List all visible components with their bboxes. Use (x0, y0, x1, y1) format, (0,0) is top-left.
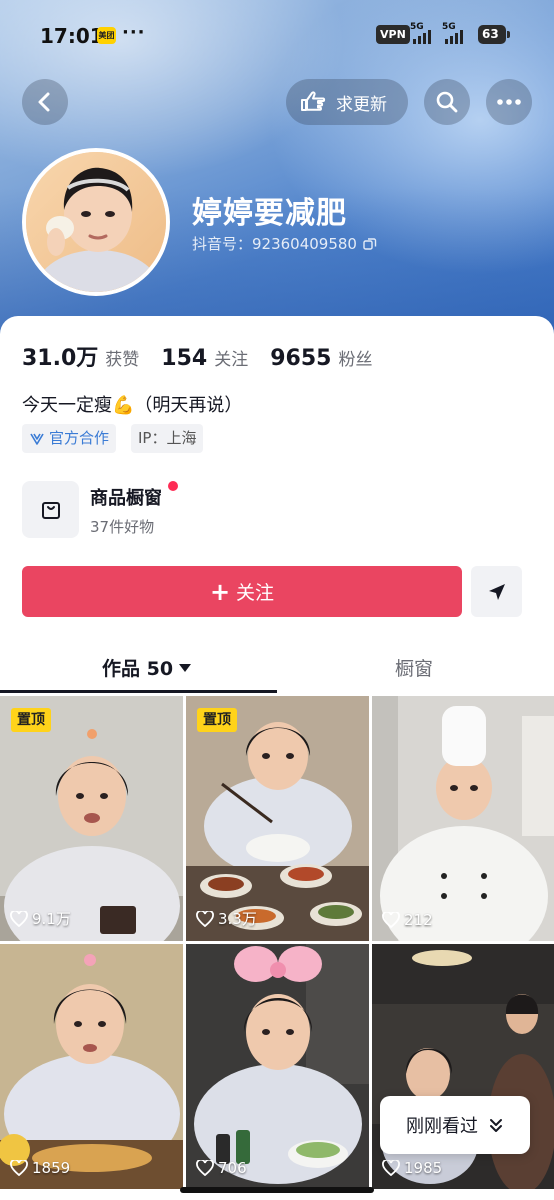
official-partner-icon (30, 433, 44, 445)
status-time: 17:01 (40, 24, 104, 48)
official-partner-label: 官方合作 (49, 429, 110, 447)
more-button[interactable] (486, 79, 532, 125)
tab-works[interactable]: 作品 50 (102, 654, 192, 681)
follow-label: 关注 (236, 582, 275, 604)
video-thumbnail[interactable]: 706 (186, 944, 369, 1189)
video-thumbnail[interactable]: 212 (372, 696, 554, 941)
pinned-badge: 置顶 (197, 708, 237, 732)
avatar-image (26, 152, 166, 292)
tab-shop-window[interactable]: 橱窗 (395, 654, 433, 681)
status-bar: 17:01 美团 ··· VPN 5G 5G 63 (0, 0, 554, 68)
copy-icon[interactable] (363, 237, 377, 251)
video-cover-image (372, 696, 554, 941)
video-cover-image (0, 944, 183, 1189)
following-label[interactable]: 关注 (214, 345, 248, 370)
send-icon (488, 583, 505, 600)
official-partner-tag[interactable]: 官方合作 (22, 424, 117, 453)
douyin-id[interactable]: 抖音号：92360409580 (192, 233, 377, 254)
pointing-hand-icon (301, 91, 326, 111)
pinned-badge: 置顶 (11, 708, 51, 732)
shop-window-button[interactable] (22, 481, 79, 538)
tab-works-label: 作品 50 (102, 658, 174, 680)
avatar[interactable] (22, 148, 170, 296)
more-icon (497, 99, 521, 105)
video-cover-image (0, 696, 183, 941)
ip-location-label: IP：上海 (138, 429, 197, 447)
video-cover-image (186, 944, 369, 1189)
video-likes-count: 1859 (32, 1159, 71, 1177)
heart-icon (382, 912, 400, 928)
heart-icon (10, 910, 28, 927)
meituan-app-icon: 美团 (97, 27, 116, 44)
recently-viewed-button[interactable]: 刚刚看过 (380, 1096, 530, 1154)
back-button[interactable] (22, 79, 68, 125)
more-notifications-icon: ··· (122, 22, 146, 43)
shop-window-subtitle: 37件好物 (90, 518, 155, 536)
request-update-label: 求更新 (336, 94, 387, 115)
notification-dot (168, 481, 178, 491)
signal-icon: 5G (410, 22, 438, 46)
ip-location-tag: IP：上海 (131, 424, 204, 453)
share-button[interactable] (471, 566, 522, 617)
recently-viewed-label: 刚刚看过 (406, 1116, 478, 1137)
video-likes-count: 706 (218, 1159, 247, 1177)
followers-label[interactable]: 粉丝 (338, 345, 372, 370)
heart-icon (196, 910, 214, 927)
video-likes: 1985 (382, 1159, 442, 1177)
video-likes-count: 1985 (404, 1159, 443, 1177)
search-button[interactable] (424, 79, 470, 125)
request-update-button[interactable]: 求更新 (286, 79, 408, 125)
video-likes-count: 9.1万 (32, 910, 71, 928)
home-indicator[interactable] (180, 1187, 374, 1193)
vpn-badge: VPN (376, 25, 410, 44)
likes-count: 31.0万 (22, 346, 99, 371)
video-likes: 706 (196, 1159, 247, 1177)
profile-stats: 31.0万 获赞 154 关注 9655 粉丝 (22, 340, 394, 372)
video-cover-image (186, 696, 369, 941)
followers-count: 9655 (270, 346, 332, 371)
shopping-bag-icon (41, 501, 60, 519)
chevron-left-icon (38, 92, 50, 112)
video-likes-count: 3.3万 (218, 910, 257, 928)
following-count: 154 (161, 346, 208, 371)
video-thumbnail[interactable]: 置顶 9.1万 (0, 696, 183, 941)
double-chevron-down-icon (490, 1119, 502, 1132)
profile-bio: 今天一定瘦💪（明天再说） (22, 395, 243, 416)
video-likes-count: 212 (404, 911, 433, 929)
video-likes: 3.3万 (196, 908, 257, 929)
follow-button[interactable]: + 关注 (22, 566, 462, 617)
shop-window-title[interactable]: 商品橱窗 (90, 484, 162, 510)
profile-nickname: 婷婷要减肥 (192, 196, 347, 231)
active-tab-indicator (0, 690, 277, 693)
heart-icon (10, 1160, 28, 1176)
signal-icon: 5G (442, 22, 470, 46)
video-likes: 9.1万 (10, 908, 71, 929)
heart-icon (196, 1160, 214, 1176)
heart-icon (382, 1160, 400, 1176)
video-thumbnail[interactable]: 置顶 3.3万 (186, 696, 369, 941)
video-likes: 1859 (10, 1159, 70, 1177)
search-icon (436, 91, 458, 113)
plus-icon: + (209, 577, 231, 606)
likes-label[interactable]: 获赞 (105, 345, 139, 370)
battery-icon: 63 (478, 25, 510, 44)
caret-down-icon (179, 663, 192, 672)
video-likes: 212 (382, 911, 433, 929)
video-thumbnail[interactable]: 1859 (0, 944, 183, 1189)
douyin-id-text: 抖音号：92360409580 (192, 235, 357, 253)
